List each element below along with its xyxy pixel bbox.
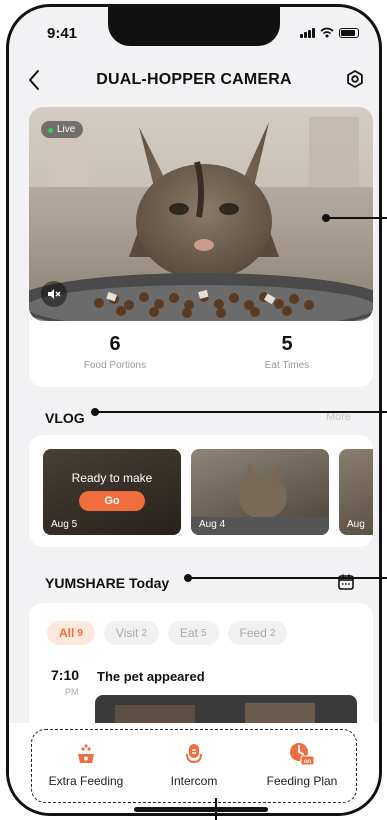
feeding-plan-icon: on — [290, 743, 315, 766]
live-video[interactable]: Live — [29, 107, 373, 321]
action-label: Extra Feeding — [48, 774, 124, 788]
vlog-thumbnail[interactable]: Aug — [339, 449, 373, 535]
nav-bar: DUAL-HOPPER CAMERA — [9, 63, 379, 99]
calendar-icon[interactable] — [337, 573, 355, 591]
yumshare-section-title: YUMSHARE Today — [45, 575, 170, 591]
vlog-go-button[interactable]: Go — [79, 491, 145, 511]
event-period: PM — [65, 687, 79, 697]
filter-chip-feed[interactable]: Feed 2 — [227, 621, 288, 645]
chip-count: 2 — [141, 627, 147, 639]
feeding-plan-button[interactable]: on Feeding Plan — [248, 730, 356, 802]
filter-chip-eat[interactable]: Eat 5 — [167, 621, 219, 645]
svg-text:on: on — [304, 759, 312, 765]
chip-label: All — [59, 626, 75, 640]
chip-count: 2 — [269, 627, 276, 639]
cat-video-image — [29, 107, 373, 321]
callout-line — [326, 217, 387, 219]
stat-value: 5 — [281, 333, 293, 355]
filter-chip-visit[interactable]: Visit 2 — [103, 621, 159, 645]
stat-food-portions: 6 Food Portions — [29, 333, 201, 371]
chip-label: Eat — [179, 626, 198, 640]
stat-label: Food Portions — [83, 360, 147, 371]
stat-value: 6 — [109, 333, 121, 355]
filter-chips: All 9 Visit 2 Eat 5 Feed 2 — [47, 621, 288, 645]
event-title: The pet appeared — [97, 669, 205, 684]
bottom-action-bar: Extra Feeding Intercom on Feeding Plan — [9, 723, 379, 813]
vlog-card: Ready to make Go Aug 5 Aug 4 Aug — [29, 435, 373, 547]
filter-chip-all[interactable]: All 9 — [47, 621, 95, 645]
callout-line — [215, 798, 217, 820]
mute-button[interactable] — [41, 281, 67, 307]
action-label: Feeding Plan — [266, 774, 338, 788]
intercom-button[interactable]: Intercom — [140, 730, 248, 802]
notch — [108, 7, 280, 46]
wifi-icon — [320, 27, 334, 38]
camera-card: Live 6 Food Portions 5 Eat Times — [29, 107, 373, 387]
chip-label: Feed — [239, 626, 267, 640]
camera-stats: 6 Food Portions 5 Eat Times — [29, 333, 373, 371]
vlog-ready-text: Ready to make — [71, 471, 153, 485]
status-time: 9:41 — [47, 25, 78, 42]
chip-count: 5 — [200, 627, 207, 639]
microphone-icon — [186, 744, 202, 764]
chip-label: Visit — [115, 626, 139, 640]
event-time: 7:10 — [51, 667, 80, 683]
vlog-date: Aug — [347, 519, 365, 530]
action-group: Extra Feeding Intercom on Feeding Plan — [31, 729, 357, 803]
vlog-date: Aug 4 — [199, 519, 226, 530]
stat-eat-times: 5 Eat Times — [201, 333, 373, 371]
battery-icon — [339, 27, 359, 38]
home-indicator[interactable] — [134, 807, 268, 812]
stat-label: Eat Times — [264, 360, 310, 371]
callout-line — [188, 577, 387, 579]
vlog-section-title: VLOG — [45, 410, 85, 426]
settings-icon[interactable] — [345, 69, 365, 89]
extra-feeding-button[interactable]: Extra Feeding — [32, 730, 140, 802]
vlog-date: Aug 5 — [51, 519, 78, 530]
phone-frame: 9:41 DUAL-HOPPER CAMERA Live 6 Food Port… — [6, 4, 382, 816]
vlog-thumbnail[interactable]: Ready to make Go Aug 5 — [43, 449, 181, 535]
extra-feeding-icon — [78, 744, 94, 763]
action-label: Intercom — [170, 774, 218, 788]
live-badge: Live — [41, 121, 84, 138]
callout-line — [95, 411, 387, 413]
signal-icon — [300, 27, 315, 38]
chip-count: 9 — [77, 627, 83, 639]
page-title: DUAL-HOPPER CAMERA — [96, 71, 292, 88]
status-icons — [300, 27, 359, 38]
vlog-thumbnail[interactable]: Aug 4 — [191, 449, 329, 535]
speaker-mute-icon — [48, 289, 61, 299]
